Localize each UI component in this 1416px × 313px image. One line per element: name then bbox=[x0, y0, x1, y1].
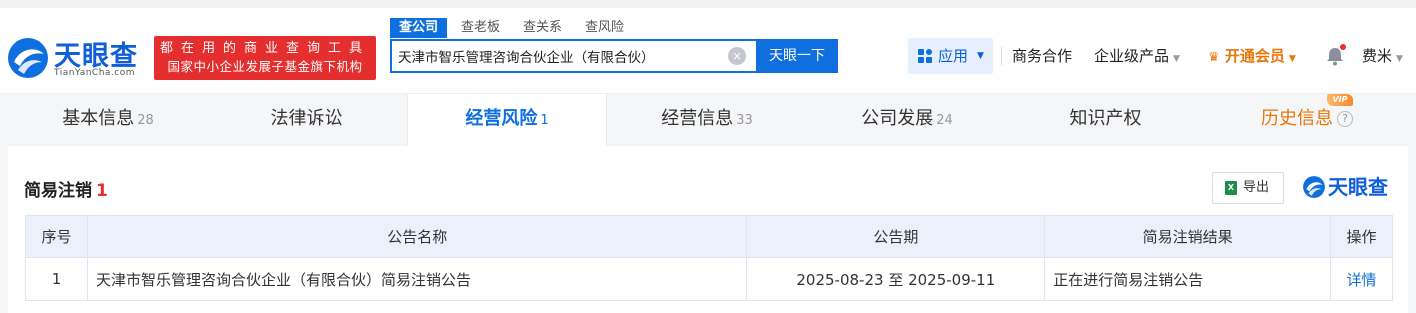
crown-icon: ♛ bbox=[1208, 50, 1220, 65]
tab-label: 经营信息 bbox=[661, 108, 734, 129]
tab-ip[interactable]: 知识产权 bbox=[1007, 94, 1207, 146]
col-header-period: 公告期 bbox=[746, 215, 1046, 258]
apps-grid-icon bbox=[918, 49, 932, 63]
tab-label: 经营风险 bbox=[465, 108, 538, 129]
apps-label: 应用 bbox=[938, 47, 969, 65]
tab-count: 24 bbox=[936, 113, 953, 128]
nav-enterprise[interactable]: 企业级产品 ▼ bbox=[1094, 38, 1180, 74]
tab-history[interactable]: 历史信息? bbox=[1207, 94, 1407, 146]
export-button[interactable]: X 导出 bbox=[1212, 172, 1284, 204]
tab-legal[interactable]: 法律诉讼 bbox=[208, 94, 408, 146]
nav-divider bbox=[1001, 47, 1002, 65]
search-tab-company[interactable]: 查公司 bbox=[390, 18, 448, 38]
slogan-banner: 都在用的商业查询工具 国家中小企业发展子基金旗下机构 bbox=[154, 36, 376, 80]
cell-result: 正在进行简易注销公告 bbox=[1044, 257, 1331, 301]
search-tab-risk[interactable]: 查风险 bbox=[585, 18, 624, 38]
tab-count: 1 bbox=[540, 113, 549, 128]
site-logo[interactable]: 天眼查 TianYanCha.com bbox=[6, 28, 148, 80]
tab-label: 公司发展 bbox=[861, 108, 934, 129]
export-label: 导出 bbox=[1243, 180, 1270, 195]
details-link[interactable]: 详情 bbox=[1346, 271, 1376, 289]
cell-action: 详情 bbox=[1330, 257, 1393, 301]
slogan-line2: 国家中小企业发展子基金旗下机构 bbox=[167, 59, 363, 74]
user-menu[interactable]: 费米 ▼ bbox=[1362, 38, 1403, 74]
section-title-text: 简易注销 bbox=[24, 181, 92, 201]
user-name: 费米 bbox=[1362, 47, 1393, 65]
tab-count: 28 bbox=[137, 113, 154, 128]
tab-business-risk[interactable]: 经营风险 1 bbox=[407, 94, 607, 146]
nav-vip-label: 开通会员 bbox=[1224, 47, 1285, 65]
cell-no: 1 bbox=[25, 257, 88, 301]
cell-period: 2025-08-23 至 2025-09-11 bbox=[746, 257, 1046, 301]
nav-enterprise-label: 企业级产品 bbox=[1094, 47, 1170, 65]
col-header-result: 简易注销结果 bbox=[1044, 215, 1331, 258]
company-tabs: 基本信息 28 法律诉讼 经营风险 1 经营信息 33 公司发展 24 知识产权 历史信… bbox=[8, 94, 1408, 146]
search-tab-relation[interactable]: 查关系 bbox=[523, 18, 562, 38]
tianyancha-logo-icon bbox=[8, 38, 48, 78]
col-header-no: 序号 bbox=[25, 215, 88, 258]
nav-vip[interactable]: ♛ 开通会员 ▼ bbox=[1208, 38, 1296, 74]
table-header-row: 序号 公告名称 公告期 简易注销结果 操作 bbox=[25, 215, 1393, 258]
slogan-line1: 都在用的商业查询工具 bbox=[160, 41, 371, 56]
help-icon[interactable]: ? bbox=[1337, 111, 1353, 127]
clear-icon[interactable]: × bbox=[728, 47, 746, 65]
section-panel: 简易注销 1 X 导出 天眼查 序号 公告名称 公告期 简易注销结果 操作 1 天… bbox=[8, 146, 1408, 313]
search-input[interactable] bbox=[398, 45, 718, 67]
bell-icon[interactable] bbox=[1326, 44, 1346, 66]
logo-domain: TianYanCha.com bbox=[54, 68, 136, 78]
table-row: 1 天津市智乐管理咨询合伙企业（有限合伙）简易注销公告 2025-08-23 至… bbox=[25, 257, 1393, 301]
tab-label: 法律诉讼 bbox=[270, 108, 343, 129]
vip-badge: VIP bbox=[1327, 94, 1353, 106]
tab-label: 基本信息 bbox=[62, 108, 135, 129]
caret-down-icon: ▼ bbox=[977, 51, 984, 61]
apps-menu-button[interactable]: 应用 ▼ bbox=[908, 38, 993, 74]
caret-down-icon: ▼ bbox=[1173, 54, 1180, 64]
cell-name: 天津市智乐管理咨询合伙企业（有限合伙）简易注销公告 bbox=[86, 257, 748, 301]
tab-count: 33 bbox=[736, 113, 753, 128]
caret-down-icon: ▼ bbox=[1396, 54, 1403, 64]
notification-dot bbox=[1340, 44, 1346, 50]
nav-business[interactable]: 商务合作 bbox=[1012, 38, 1072, 74]
tianyancha-logo-icon bbox=[1303, 176, 1325, 198]
section-title: 简易注销 1 bbox=[24, 176, 108, 201]
section-count: 1 bbox=[96, 181, 108, 201]
col-header-action: 操作 bbox=[1330, 215, 1393, 258]
search-button[interactable]: 天眼一下 bbox=[756, 39, 838, 73]
search-box: × 天眼一下 bbox=[390, 39, 838, 73]
search-tab-boss[interactable]: 查老板 bbox=[461, 18, 500, 38]
tab-basic-info[interactable]: 基本信息 28 bbox=[8, 94, 208, 146]
excel-icon: X bbox=[1225, 181, 1237, 195]
tab-business-info[interactable]: 经营信息 33 bbox=[607, 94, 807, 146]
tab-label: 知识产权 bbox=[1069, 108, 1142, 129]
simple-cancellation-table: 序号 公告名称 公告期 简易注销结果 操作 1 天津市智乐管理咨询合伙企业（有限… bbox=[25, 215, 1393, 301]
tab-label: 历史信息 bbox=[1261, 108, 1333, 129]
col-header-name: 公告名称 bbox=[86, 215, 748, 258]
caret-down-icon: ▼ bbox=[1288, 54, 1296, 64]
tab-development[interactable]: 公司发展 24 bbox=[807, 94, 1007, 146]
watermark-text: 天眼查 bbox=[1328, 175, 1388, 199]
